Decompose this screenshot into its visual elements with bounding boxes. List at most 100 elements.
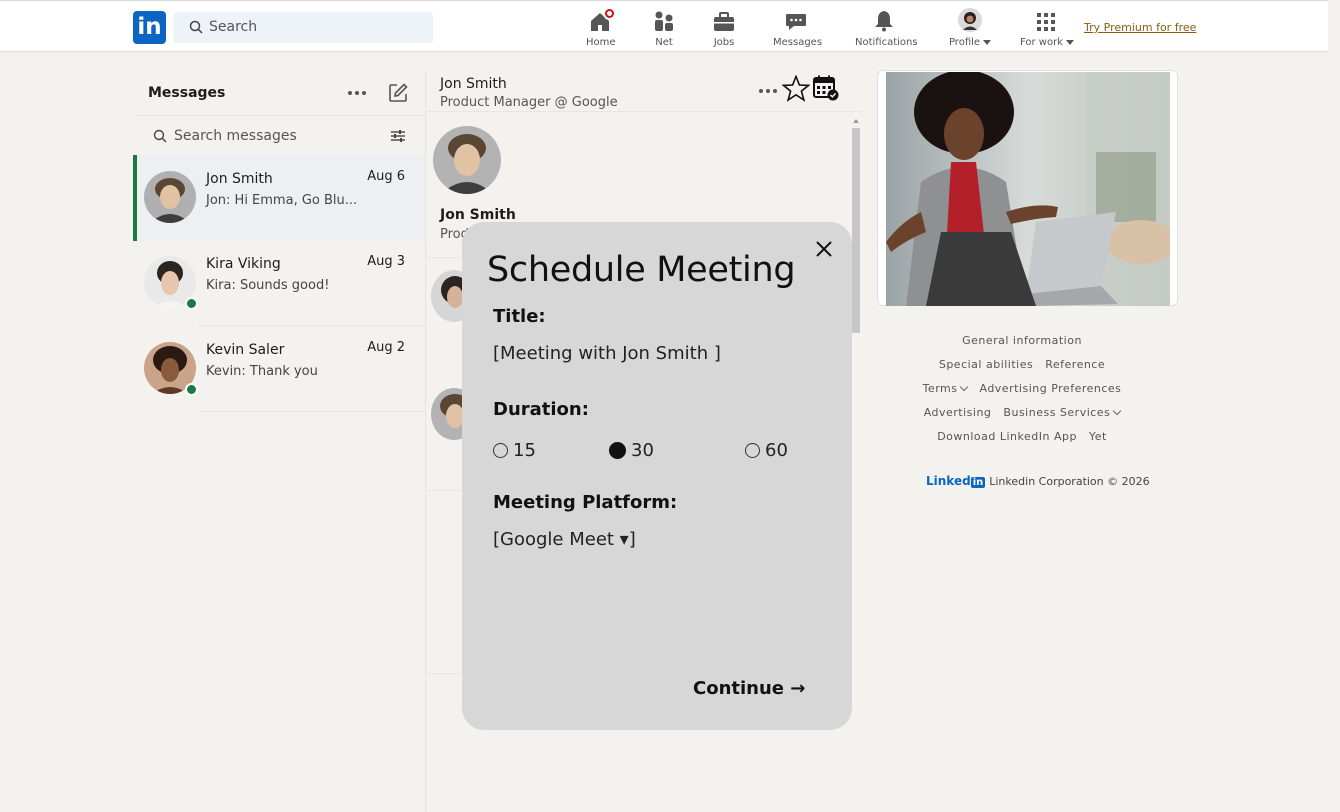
platform-select[interactable]: [Google Meet ▾]: [493, 529, 636, 550]
online-status-icon: [185, 297, 198, 310]
nav-jobs[interactable]: Jobs: [711, 8, 737, 48]
scroll-up-icon[interactable]: [852, 118, 860, 124]
footer-link-yet[interactable]: Yet: [1089, 430, 1107, 443]
divider: [426, 111, 862, 112]
messages-search-placeholder: Search messages: [174, 128, 297, 144]
nav-profile[interactable]: Profile: [948, 8, 992, 48]
avatar: [144, 171, 196, 223]
notification-badge: [603, 7, 616, 20]
conversation-date: Aug 2: [367, 340, 405, 355]
thread-contact-subtitle: Product Manager @ Google: [440, 95, 618, 110]
chevron-down-icon: [1066, 39, 1075, 45]
radio-selected-icon: [609, 442, 626, 459]
copyright-text: Linkedin Corporation © 2026: [989, 475, 1150, 488]
ad-card[interactable]: [877, 70, 1178, 306]
chevron-down-icon: [983, 39, 992, 45]
linkedin-wordmark: Linked: [926, 474, 971, 488]
continue-button[interactable]: Continue →: [693, 678, 805, 699]
nav-network-label: Net: [655, 37, 673, 48]
conversation-preview: Jon: Hi Emma, Go Blu...: [206, 193, 358, 208]
nav-profile-label: Profile: [948, 37, 981, 48]
conversation-name: Jon Smith: [206, 171, 273, 187]
radio-icon: [745, 443, 760, 458]
network-icon: [655, 11, 673, 31]
chevron-down-icon: [1113, 406, 1122, 416]
avatar: [958, 8, 982, 32]
online-status-icon: [185, 383, 198, 396]
duration-value: 15: [513, 440, 536, 461]
compose-icon[interactable]: [388, 83, 408, 103]
conversation-date: Aug 6: [367, 169, 405, 184]
grid-icon: [1037, 13, 1055, 31]
nav-messages-label: Messages: [773, 37, 823, 48]
conversation-preview: Kira: Sounds good!: [206, 278, 330, 293]
nav-notifications[interactable]: Notifications: [855, 8, 918, 48]
conversation-name: Kevin Saler: [206, 342, 285, 358]
footer-link-business-services[interactable]: Business Services: [1003, 406, 1122, 419]
conversation-date: Aug 3: [367, 254, 405, 269]
duration-label: Duration:: [493, 399, 589, 420]
star-icon[interactable]: [782, 75, 810, 102]
schedule-meeting-modal: Schedule Meeting Title: [Meeting with Jo…: [462, 222, 852, 730]
messaging-panel: Messages Search messages Jon Smith Aug 6…: [133, 70, 425, 812]
conversation-preview: Kevin: Thank you: [206, 364, 318, 379]
footer-link-terms-label: Terms: [922, 382, 958, 395]
global-search-placeholder: Search: [209, 19, 258, 35]
footer-link-terms[interactable]: Terms: [922, 382, 969, 395]
footer-link-general-information[interactable]: General information: [962, 334, 1082, 347]
nav-network[interactable]: Net: [651, 8, 677, 48]
avatar[interactable]: [433, 126, 501, 194]
duration-option-60[interactable]: 60: [745, 440, 788, 461]
radio-icon: [493, 443, 508, 458]
conversation-item[interactable]: Kevin Saler Aug 2 Kevin: Thank you: [133, 326, 425, 412]
conversation-item[interactable]: Jon Smith Aug 6 Jon: Hi Emma, Go Blu...: [133, 155, 425, 241]
briefcase-icon: [714, 12, 734, 31]
messages-search-input[interactable]: Search messages: [133, 117, 425, 155]
footer-link-advertising-preferences[interactable]: Advertising Preferences: [979, 382, 1121, 395]
modal-title: Schedule Meeting: [487, 250, 796, 290]
platform-label: Meeting Platform:: [493, 492, 678, 513]
chevron-down-icon: [960, 382, 969, 392]
duration-value: 30: [631, 440, 654, 461]
chat-icon: [786, 14, 806, 30]
nav-messages[interactable]: Messages: [773, 8, 823, 48]
ad-image: [886, 72, 1170, 306]
footer-link-business-services-label: Business Services: [1003, 406, 1111, 419]
nav-for-work[interactable]: For work: [1020, 8, 1075, 48]
footer-copyright: Linked in Linkedin Corporation © 2026: [926, 474, 1150, 488]
duration-option-15[interactable]: 15: [493, 440, 536, 461]
footer-link-special-abilities[interactable]: Special abilities: [939, 358, 1033, 371]
close-icon[interactable]: [814, 239, 834, 259]
conversation-name: Kira Viking: [206, 256, 281, 272]
thread-contact-name[interactable]: Jon Smith: [440, 76, 507, 92]
scrollbar-thumb[interactable]: [852, 128, 860, 333]
nav-home-label: Home: [586, 37, 616, 48]
divider: [199, 411, 425, 412]
try-premium-link[interactable]: Try Premium for free: [1084, 21, 1196, 34]
nav-for-work-label: For work: [1020, 37, 1064, 48]
meeting-title-label: Title:: [493, 306, 546, 327]
messaging-title: Messages: [148, 85, 226, 101]
footer-link-download-app[interactable]: Download LinkedIn App: [937, 430, 1077, 443]
duration-option-30[interactable]: 30: [609, 440, 654, 461]
global-search-input[interactable]: Search: [173, 12, 433, 43]
meeting-title-input[interactable]: [Meeting with Jon Smith ]: [493, 343, 721, 364]
duration-value: 60: [765, 440, 788, 461]
linkedin-logo[interactable]: in: [133, 11, 166, 44]
linkedin-wordmark-in: in: [970, 477, 986, 488]
nav-jobs-label: Jobs: [713, 37, 735, 48]
filter-icon[interactable]: [391, 129, 405, 143]
nav-notifications-label: Notifications: [855, 37, 918, 48]
bell-icon: [875, 11, 893, 32]
more-options-icon[interactable]: [759, 89, 777, 93]
footer-link-advertising[interactable]: Advertising: [924, 406, 992, 419]
calendar-icon[interactable]: [813, 75, 839, 101]
footer-link-reference[interactable]: Reference: [1045, 358, 1105, 371]
top-nav: in Search Home Net Jobs Messages Notific…: [0, 0, 1328, 52]
messaging-header: Messages: [133, 70, 425, 116]
more-options-icon[interactable]: [348, 91, 366, 95]
search-icon: [189, 20, 203, 34]
search-icon: [153, 129, 167, 143]
conversation-item[interactable]: Kira Viking Aug 3 Kira: Sounds good!: [133, 240, 425, 326]
thread-profile-name[interactable]: Jon Smith: [440, 207, 516, 223]
